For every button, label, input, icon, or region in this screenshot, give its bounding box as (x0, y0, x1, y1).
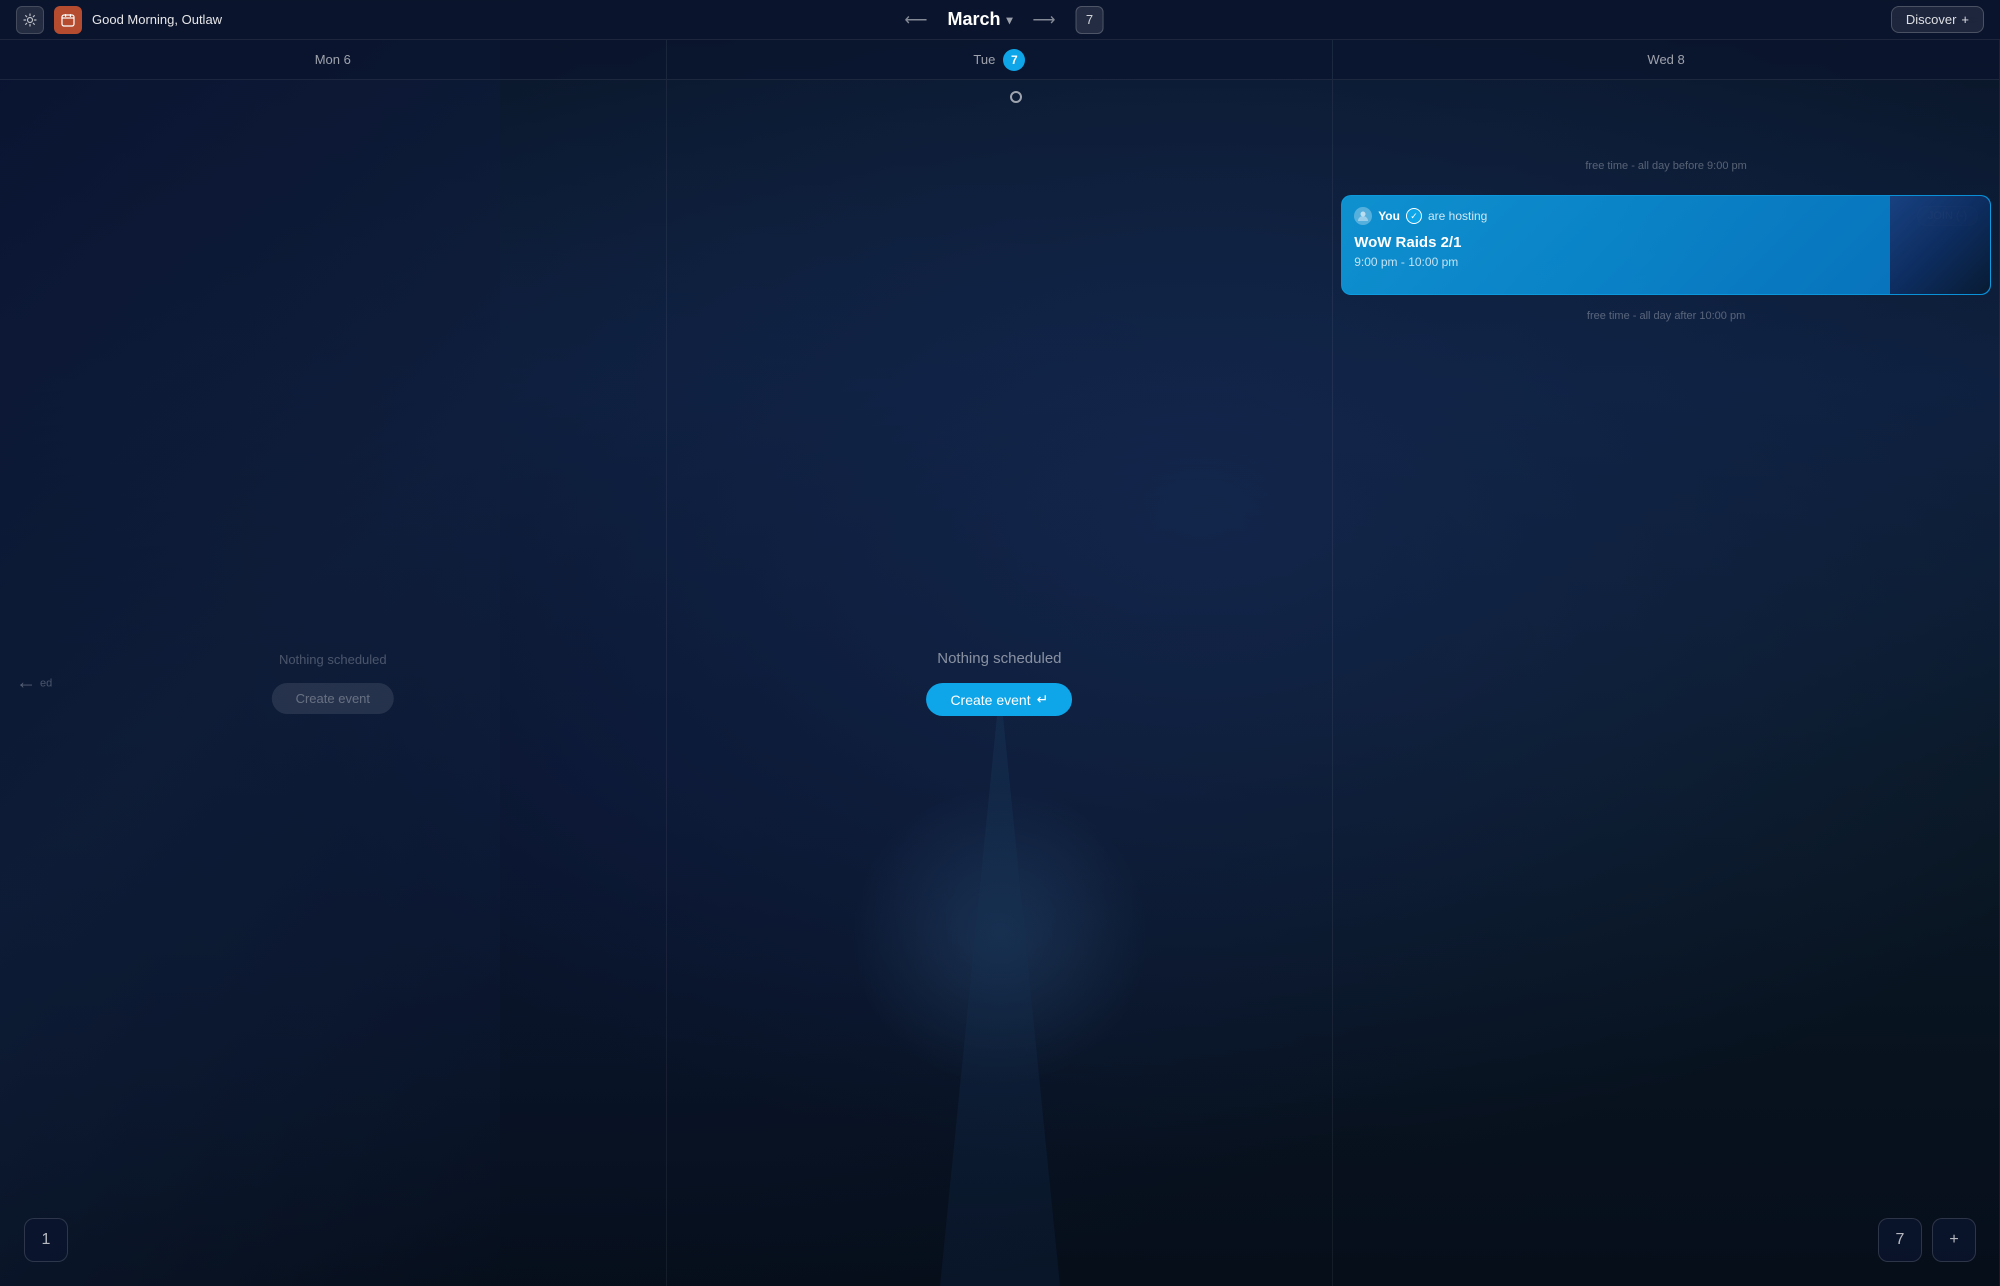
discover-button[interactable]: Discover + (1891, 6, 1984, 33)
create-event-label-mon: Create event (296, 691, 370, 706)
day-name-mon: Mon 6 (315, 52, 351, 67)
calendar-area: Mon 6 ← ed Nothing scheduled Create even… (0, 40, 2000, 1286)
event-thumbnail-wed (1890, 196, 1990, 294)
day-column-mon: Mon 6 ← ed Nothing scheduled Create even… (0, 40, 667, 1286)
side-nav-left[interactable]: ← ed (16, 672, 52, 695)
create-event-button-mon[interactable]: Create event (272, 683, 394, 714)
day-view-button[interactable]: 7 (1878, 1218, 1922, 1262)
host-you-wed: You (1378, 209, 1400, 223)
discover-label: Discover (1906, 12, 1957, 27)
avatar-icon-wed (1354, 207, 1372, 225)
month-title[interactable]: March ▾ (947, 9, 1012, 30)
free-time-before-wed: free time - all day before 9:00 pm (1585, 160, 1746, 172)
event-card-header-wed: You ✓ are hosting JOIN (-) (1354, 206, 1978, 226)
nothing-scheduled-mon: Nothing scheduled Create event (272, 652, 394, 714)
hide-panel-icon: 1 (42, 1231, 51, 1249)
day-view-icon: 7 (1896, 1231, 1905, 1249)
nothing-label-mon: Nothing scheduled (279, 652, 387, 667)
header-left: Good Morning, Outlaw (16, 6, 222, 34)
day-header-mon: Mon 6 (0, 40, 666, 80)
free-time-after-wed: free time - all day after 10:00 pm (1587, 310, 1745, 322)
bottom-right-buttons: 7 + (1878, 1218, 1976, 1262)
day-column-wed: Wed 8 free time - all day before 9:00 pm (1333, 40, 2000, 1286)
create-event-label-tue: Create event (950, 692, 1030, 708)
day-header-wed: Wed 8 (1333, 40, 1999, 80)
bottom-bar: 1 7 + (24, 1218, 1976, 1262)
greeting-text: Good Morning, Outlaw (92, 12, 222, 27)
hide-panel-button[interactable]: 1 (24, 1218, 68, 1262)
day-content-mon: ← ed Nothing scheduled Create event (0, 80, 666, 1286)
today-badge[interactable]: 7 (1075, 6, 1103, 34)
settings-button[interactable] (16, 6, 44, 34)
event-host-info-wed: You ✓ are hosting (1354, 207, 1487, 225)
discover-icon: + (1961, 12, 1969, 27)
day-content-wed: free time - all day before 9:00 pm You ✓ (1333, 80, 1999, 1286)
month-label: March (947, 9, 1000, 30)
event-time-wed: 9:00 pm - 10:00 pm (1354, 255, 1978, 269)
day-column-tue: Tue 7 Nothing scheduled Create event ↵ (667, 40, 1334, 1286)
event-title-wed: WoW Raids 2/1 (1354, 234, 1978, 251)
header-bar: Good Morning, Outlaw ⟵ March ▾ ⟶ 7 Disco… (0, 0, 2000, 40)
create-event-button-tue[interactable]: Create event ↵ (926, 683, 1072, 716)
day-name-wed: Wed 8 (1647, 52, 1684, 67)
add-event-button[interactable]: + (1932, 1218, 1976, 1262)
next-nav-arrow[interactable]: ⟶ (1025, 6, 1064, 34)
header-center: ⟵ March ▾ ⟶ 7 (897, 6, 1104, 34)
create-event-icon-tue: ↵ (1037, 691, 1049, 708)
check-badge-wed: ✓ (1406, 208, 1422, 224)
day-name-tue: Tue (973, 52, 995, 67)
event-card-wed[interactable]: You ✓ are hosting JOIN (-) WoW Raids 2/1… (1341, 195, 1991, 295)
hosting-text-wed: are hosting (1428, 209, 1487, 223)
month-dropdown-icon: ▾ (1006, 13, 1012, 27)
nothing-label-tue: Nothing scheduled (937, 650, 1061, 667)
prev-nav-arrow[interactable]: ⟵ (897, 6, 936, 34)
header-right: Discover + (1891, 6, 1984, 33)
nothing-scheduled-tue: Nothing scheduled Create event ↵ (926, 650, 1072, 716)
add-event-icon: + (1949, 1231, 1958, 1249)
day-header-tue: Tue 7 (667, 40, 1333, 80)
event-thumb-art-wed (1890, 196, 1990, 294)
calendar-icon-button[interactable] (54, 6, 82, 34)
day-number-badge-tue: 7 (1003, 49, 1025, 71)
day-content-tue: Nothing scheduled Create event ↵ (667, 80, 1333, 1286)
